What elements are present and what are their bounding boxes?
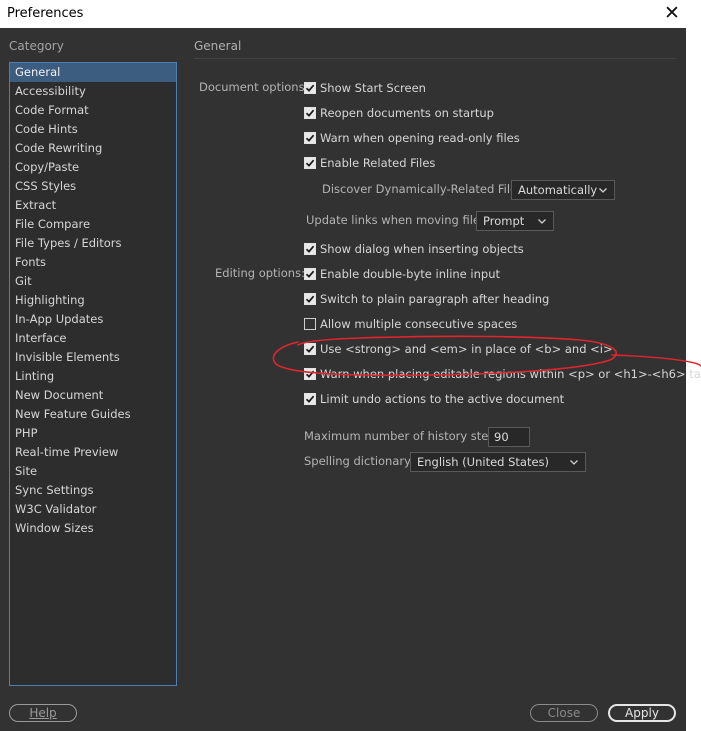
checkbox-label: Reopen documents on startup [320,106,494,120]
category-item[interactable]: Fonts [10,253,176,272]
max-history-input[interactable]: 90 [488,427,530,447]
warn-readonly-checkbox[interactable]: Warn when opening read-only files [304,130,520,146]
category-item[interactable]: CSS Styles [10,177,176,196]
checkbox-label: Enable double-byte inline input [320,267,500,281]
category-item[interactable]: Interface [10,329,176,348]
spelling-dictionary-select[interactable]: English (United States) [410,452,586,472]
spelling-dictionary-label: Spelling dictionary: [304,454,414,468]
category-item[interactable]: Copy/Paste [10,158,176,177]
checkbox-icon[interactable] [304,107,316,119]
category-item[interactable]: Site [10,462,176,481]
double-byte-checkbox[interactable]: Enable double-byte inline input [304,266,500,282]
category-item[interactable]: File Compare [10,215,176,234]
checkbox-label: Enable Related Files [320,156,436,170]
section-title: General [194,39,242,53]
category-list[interactable]: General Accessibility Code Format Code Hint… [9,62,177,686]
reopen-documents-checkbox[interactable]: Reopen documents on startup [304,105,494,121]
checkbox-label: Switch to plain paragraph after heading [320,292,550,306]
category-item[interactable]: W3C Validator [10,500,176,519]
limit-undo-checkbox[interactable]: Limit undo actions to the active documen… [304,391,564,407]
section-divider [194,58,676,59]
multiple-spaces-checkbox[interactable]: Allow multiple consecutive spaces [304,316,517,332]
close-icon[interactable]: ✕ [661,2,683,24]
category-item[interactable]: Git [10,272,176,291]
enable-related-files-checkbox[interactable]: Enable Related Files [304,155,435,171]
checkbox-icon[interactable] [304,318,316,330]
chevron-down-icon [538,219,546,224]
title-bar: Preferences ✕ [0,0,701,28]
max-history-label: Maximum number of history steps: [304,429,506,443]
checkbox-icon[interactable] [304,368,316,380]
checkbox-icon[interactable] [304,132,316,144]
discover-related-files-select[interactable]: Automatically [511,180,615,200]
plain-paragraph-checkbox[interactable]: Switch to plain paragraph after heading [304,291,549,307]
category-item[interactable]: PHP [10,424,176,443]
checkbox-label: Show dialog when inserting objects [320,242,524,256]
update-links-label: Update links when moving files: [306,213,490,227]
category-item[interactable]: Code Rewriting [10,139,176,158]
document-options-label: Document options: [199,80,309,94]
category-item[interactable]: New Document [10,386,176,405]
category-item[interactable]: Extract [10,196,176,215]
category-item[interactable]: General [10,63,176,82]
category-item[interactable]: Invisible Elements [10,348,176,367]
checkbox-label: Warn when placing editable regions withi… [320,367,701,381]
checkbox-label: Show Start Screen [320,81,426,95]
category-item[interactable]: Accessibility [10,82,176,101]
close-button[interactable]: Close [530,704,598,722]
chevron-down-icon [599,188,607,193]
apply-button[interactable]: Apply [608,704,676,722]
input-value: 90 [494,430,509,444]
checkbox-label: Warn when opening read-only files [320,131,520,145]
help-button[interactable]: Help [9,704,77,722]
checkbox-icon[interactable] [304,82,316,94]
category-item[interactable]: Highlighting [10,291,176,310]
checkbox-icon[interactable] [304,157,316,169]
checkbox-icon[interactable] [304,243,316,255]
category-item[interactable]: File Types / Editors [10,234,176,253]
checkbox-icon[interactable] [304,268,316,280]
category-item[interactable]: Linting [10,367,176,386]
show-dialog-checkbox[interactable]: Show dialog when inserting objects [304,241,524,257]
category-item[interactable]: Window Sizes [10,519,176,538]
update-links-select[interactable]: Prompt [476,211,554,231]
checkbox-label: Limit undo actions to the active documen… [320,392,565,406]
category-item[interactable]: Real-time Preview [10,443,176,462]
category-label: Category [9,39,64,53]
discover-related-files-label: Discover Dynamically-Related Files: [322,182,528,196]
preferences-dialog: Category General Accessibility Code Format… [0,28,701,731]
checkbox-icon[interactable] [304,343,316,355]
checkbox-icon[interactable] [304,393,316,405]
checkbox-icon[interactable] [304,293,316,305]
window-title: Preferences [7,6,84,21]
show-start-screen-checkbox[interactable]: Show Start Screen [304,80,426,96]
select-value: Prompt [483,214,525,228]
chevron-down-icon [570,460,578,465]
checkbox-label: Use <strong> and <em> in place of <b> an… [320,342,613,356]
checkbox-label: Allow multiple consecutive spaces [320,317,518,331]
strong-em-checkbox[interactable]: Use <strong> and <em> in place of <b> an… [304,341,613,357]
select-value: English (United States) [417,455,550,469]
category-item[interactable]: New Feature Guides [10,405,176,424]
category-item[interactable]: Code Hints [10,120,176,139]
category-item[interactable]: Code Format [10,101,176,120]
category-item[interactable]: In-App Updates [10,310,176,329]
editing-options-label: Editing options: [215,266,305,280]
editable-regions-checkbox[interactable]: Warn when placing editable regions withi… [304,366,701,382]
select-value: Automatically [518,183,598,197]
category-item[interactable]: Sync Settings [10,481,176,500]
